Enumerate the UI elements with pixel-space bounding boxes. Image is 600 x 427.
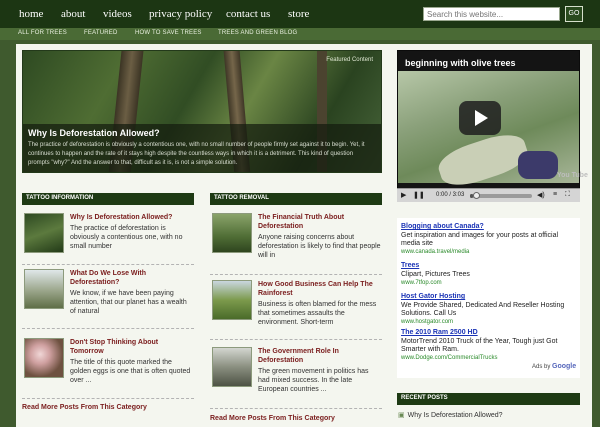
divider — [22, 398, 194, 399]
post-title-link[interactable]: Why Is Deforestation Allowed? — [70, 213, 192, 222]
post-excerpt: The green movement in politics has had m… — [258, 368, 369, 393]
recent-posts-header: RECENT POSTS — [397, 393, 580, 405]
sub-navigation-bar: ALL FOR TREES FEATURED HOW TO SAVE TREES… — [0, 28, 600, 40]
post-title-link[interactable]: The Financial Truth About Deforestation — [258, 213, 380, 231]
recent-post-link[interactable]: Why Is Deforestation Allowed? — [408, 412, 503, 419]
featured-caption: Why Is Deforestation Allowed? The practi… — [23, 124, 381, 172]
divider — [210, 274, 382, 275]
featured-title-link[interactable]: Why Is Deforestation Allowed? — [28, 128, 376, 138]
nav-privacy-policy[interactable]: privacy policy — [149, 8, 212, 20]
ads-by-prefix: Ads by — [532, 364, 551, 370]
list-item: The Government Role In Deforestation The… — [210, 347, 382, 411]
column-header: TATTOO INFORMATION — [22, 193, 194, 205]
google-logo: Google — [552, 363, 577, 370]
menu-icon[interactable]: ≡ — [553, 191, 557, 198]
subnav-featured[interactable]: FEATURED — [84, 30, 118, 36]
post-excerpt: The title of this quote marked the golde… — [70, 359, 191, 384]
post-excerpt: We know, if we have been paying attentio… — [70, 290, 187, 315]
play-small-icon[interactable]: ▶ — [401, 191, 406, 199]
nav-videos[interactable]: videos — [103, 8, 132, 20]
post-title-link[interactable]: The Government Role In Deforestation — [258, 347, 380, 365]
ad-text: Clipart, Pictures Trees — [401, 271, 470, 278]
list-item: The Financial Truth About Deforestation … — [210, 213, 382, 277]
nav-contact-us[interactable]: contact us — [226, 8, 270, 20]
list-item: Don't Stop Thinking About Tomorrow The t… — [22, 338, 194, 402]
ad-url-link[interactable]: www.7tfop.com — [401, 280, 442, 286]
nav-home[interactable]: home — [19, 8, 43, 20]
ad-text: MotorTrend 2010 Truck of the Year, Tough… — [401, 338, 558, 353]
divider — [22, 328, 194, 329]
post-excerpt: Business is often blamed for the mess th… — [258, 301, 377, 326]
ad-url-link[interactable]: www.Dodge.com/CommercialTrucks — [401, 355, 497, 361]
divider — [210, 339, 382, 340]
fullscreen-icon[interactable]: ⛶ — [565, 191, 570, 199]
post-excerpt: Anyone raising concerns about deforestat… — [258, 234, 381, 259]
pause-icon[interactable]: ❚❚ — [413, 191, 425, 199]
ad-title-link[interactable]: Blogging about Canada? — [401, 223, 484, 230]
divider — [22, 264, 194, 265]
read-more-link[interactable]: Read More Posts From This Category — [22, 404, 147, 411]
video-seek-handle[interactable] — [473, 192, 480, 199]
video-time-readout: 0:00 / 3:03 — [436, 192, 465, 198]
nav-about[interactable]: about — [61, 8, 85, 20]
divider — [210, 408, 382, 409]
recent-post-item[interactable]: ▣ Why Is Deforestation Allowed? — [398, 411, 503, 419]
post-title-link[interactable]: Don't Stop Thinking About Tomorrow — [70, 338, 192, 356]
ad-url-link[interactable]: www.canada.travel/media — [401, 249, 469, 255]
bullet-icon: ▣ — [398, 412, 405, 419]
ad-text: Get inspiration and images for your post… — [401, 232, 559, 247]
ad-url-link[interactable]: www.hostgator.com — [401, 319, 453, 325]
youtube-logo[interactable]: You Tube — [557, 172, 588, 179]
ads-by-google-label[interactable]: Ads by Google — [532, 363, 576, 370]
post-thumbnail[interactable] — [24, 338, 64, 378]
ad-block: Blogging about Canada? Get inspiration a… — [397, 218, 580, 378]
nav-store[interactable]: store — [288, 8, 309, 20]
post-thumbnail[interactable] — [24, 269, 64, 309]
post-thumbnail[interactable] — [24, 213, 64, 253]
post-title-link[interactable]: How Good Business Can Help The Rainfores… — [258, 280, 380, 298]
subnav-trees-and-green-blog[interactable]: TREES AND GREEN BLOG — [218, 30, 297, 36]
video-control-bar: ▶ ❚❚ 0:00 / 3:03 ◀) ≡ ⛶ — [397, 188, 580, 202]
ad-text: We Provide Shared, Dedicated And Reselle… — [401, 302, 565, 317]
list-item: How Good Business Can Help The Rainfores… — [210, 280, 382, 344]
post-thumbnail[interactable] — [212, 280, 252, 320]
featured-excerpt: The practice of deforestation is obvious… — [28, 142, 365, 166]
featured-slider[interactable]: Featured Content Why Is Deforestation Al… — [22, 50, 382, 173]
list-item: What Do We Lose With Deforestation? We k… — [22, 269, 194, 333]
play-icon — [475, 110, 488, 126]
read-more-link[interactable]: Read More Posts From This Category — [210, 415, 335, 422]
video-scene-shape — [518, 151, 558, 179]
post-thumbnail[interactable] — [212, 347, 252, 387]
video-title[interactable]: beginning with olive trees — [405, 58, 516, 68]
list-item: Why Is Deforestation Allowed? The practi… — [22, 213, 194, 277]
post-title-link[interactable]: What Do We Lose With Deforestation? — [70, 269, 192, 287]
post-thumbnail[interactable] — [212, 213, 252, 253]
ad-title-link[interactable]: The 2010 Ram 2500 HD — [401, 329, 478, 336]
volume-icon[interactable]: ◀) — [537, 191, 545, 199]
play-button[interactable] — [459, 101, 501, 135]
ad-title-link[interactable]: Trees — [401, 262, 419, 269]
top-navigation-bar: home about videos privacy policy contact… — [0, 0, 600, 28]
ad-title-link[interactable]: Host Gator Hosting — [401, 293, 465, 300]
subnav-how-to-save-trees[interactable]: HOW TO SAVE TREES — [135, 30, 202, 36]
subnav-all-for-trees[interactable]: ALL FOR TREES — [18, 30, 67, 36]
search-input[interactable] — [423, 7, 560, 21]
post-excerpt: The practice of deforestation is obvious… — [70, 225, 183, 250]
column-header: TATTOO REMOVAL — [210, 193, 382, 205]
search-go-button[interactable]: GO — [565, 6, 583, 22]
featured-credit-label: Featured Content — [326, 57, 373, 63]
